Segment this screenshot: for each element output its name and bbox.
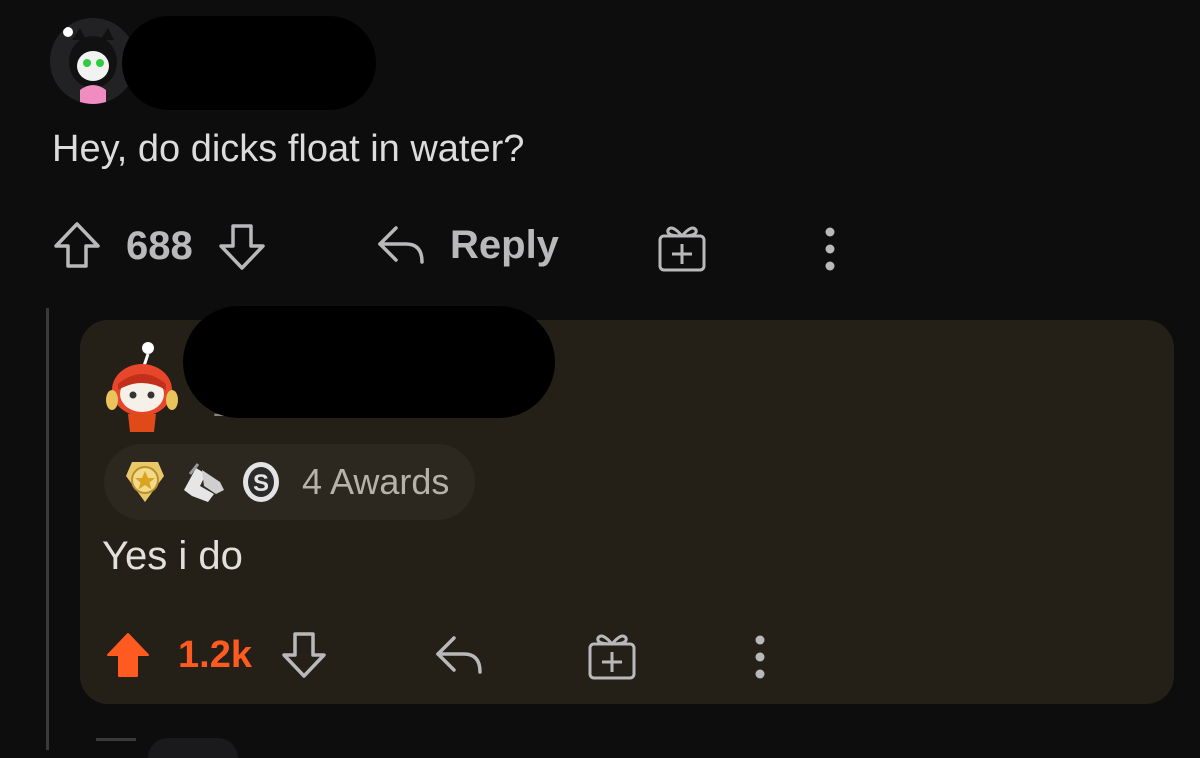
reply-arrow-icon — [376, 222, 428, 268]
reply-action-bar: 1.2k — [104, 630, 328, 680]
gift-plus-icon — [656, 222, 708, 272]
reply-label: Reply — [450, 222, 559, 267]
redacted-username — [122, 16, 376, 110]
thread-line[interactable] — [46, 308, 49, 750]
reply-button[interactable]: Reply — [376, 222, 559, 268]
reply-to-reply-button[interactable] — [434, 632, 486, 678]
gift-plus-icon — [586, 630, 638, 680]
next-avatar-partial[interactable] — [148, 738, 238, 758]
replier-avatar[interactable] — [104, 340, 180, 434]
handshake-icon — [180, 460, 226, 504]
awards-pill[interactable]: S 4 Awards — [104, 444, 476, 520]
star-medal-icon — [124, 460, 166, 504]
comment-action-bar: 688 — [52, 220, 267, 272]
comment-body: Hey, do dicks float in water? — [52, 128, 525, 170]
svg-text:S: S — [253, 470, 269, 497]
arrow-down-outline-icon[interactable] — [217, 220, 267, 272]
vertical-dots-icon — [748, 634, 772, 680]
silver-coin-icon: S — [240, 460, 282, 504]
vote-count: 688 — [126, 223, 193, 268]
arrow-down-outline-icon[interactable] — [280, 630, 328, 680]
vote-count-upvoted: 1.2k — [178, 633, 252, 676]
more-options-button[interactable] — [818, 226, 842, 272]
award-button[interactable] — [586, 630, 638, 680]
reply-body: Yes i do — [102, 534, 243, 578]
awards-count-label: 4 Awards — [302, 461, 450, 502]
redacted-username — [183, 306, 555, 418]
next-thread-branch — [96, 738, 136, 741]
vertical-dots-icon — [818, 226, 842, 272]
more-options-button[interactable] — [748, 634, 772, 680]
arrow-up-outline-icon[interactable] — [52, 220, 102, 272]
arrow-up-filled-icon[interactable] — [104, 630, 152, 680]
award-button[interactable] — [656, 222, 708, 272]
reply-arrow-icon — [434, 632, 486, 678]
